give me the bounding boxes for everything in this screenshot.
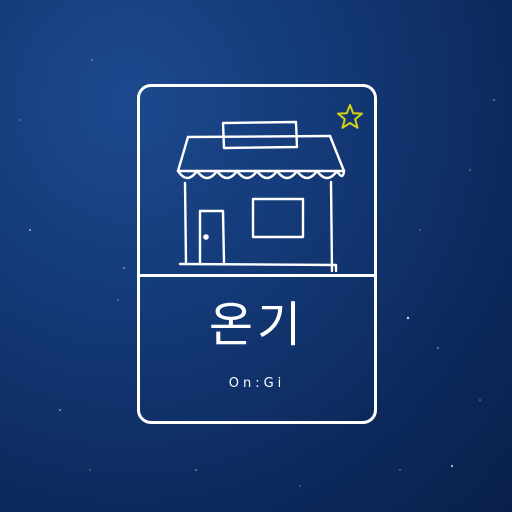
logo-card: 온기 On:Gi <box>137 84 377 424</box>
star-icon <box>337 104 363 129</box>
brand-name-korean: 온기 <box>208 297 306 353</box>
card-divider <box>140 274 374 277</box>
brand-name-latin: On:Gi <box>228 376 286 391</box>
